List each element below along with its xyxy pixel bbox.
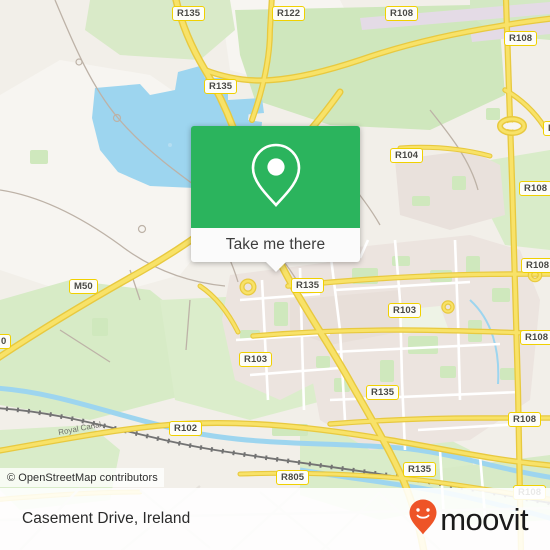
callout-header xyxy=(191,126,360,228)
moovit-wordmark: moovit xyxy=(440,501,528,537)
road-shield: R135 xyxy=(291,278,325,293)
road-shield: R805 xyxy=(276,470,310,485)
map-screen: R135 R122 R108 R108 R135 R104 R108 E R135 M50 R108… xyxy=(0,0,550,550)
location-pin-icon xyxy=(248,141,304,214)
callout-action[interactable]: Take me there xyxy=(191,228,360,272)
road-shield: R135 xyxy=(366,385,400,400)
road-shield: R122 xyxy=(272,6,306,21)
road-shield: 0 xyxy=(0,334,12,349)
take-me-there-label: Take me there xyxy=(225,236,326,253)
road-shield: R108 xyxy=(508,412,542,427)
road-shield: R108 xyxy=(521,258,550,273)
road-shield: R108 xyxy=(504,31,538,46)
road-shield: R108 xyxy=(520,330,550,345)
road-shield: M50 xyxy=(69,279,98,294)
location-callout[interactable]: Take me there xyxy=(191,126,360,272)
moovit-pin-icon xyxy=(408,498,438,541)
road-shield: R108 xyxy=(385,6,419,21)
road-shield: R135 xyxy=(172,6,206,21)
road-shield: R135 xyxy=(204,79,238,94)
footer-bar: Casement Drive, Ireland moovit xyxy=(0,488,550,550)
road-shield: E xyxy=(543,121,550,136)
moovit-logo[interactable]: moovit xyxy=(408,498,529,541)
osm-attribution[interactable]: © OpenStreetMap contributors xyxy=(0,468,164,487)
place-name: Casement Drive, Ireland xyxy=(22,510,191,527)
road-shield: R108 xyxy=(519,181,550,196)
attribution-text: © OpenStreetMap contributors xyxy=(7,471,158,484)
road-shield: R135 xyxy=(403,462,437,477)
callout-pointer xyxy=(264,261,287,272)
road-shield: R102 xyxy=(169,421,203,436)
road-shield: R103 xyxy=(388,303,422,318)
road-shield: R104 xyxy=(390,148,424,163)
road-shield: R103 xyxy=(239,352,273,367)
